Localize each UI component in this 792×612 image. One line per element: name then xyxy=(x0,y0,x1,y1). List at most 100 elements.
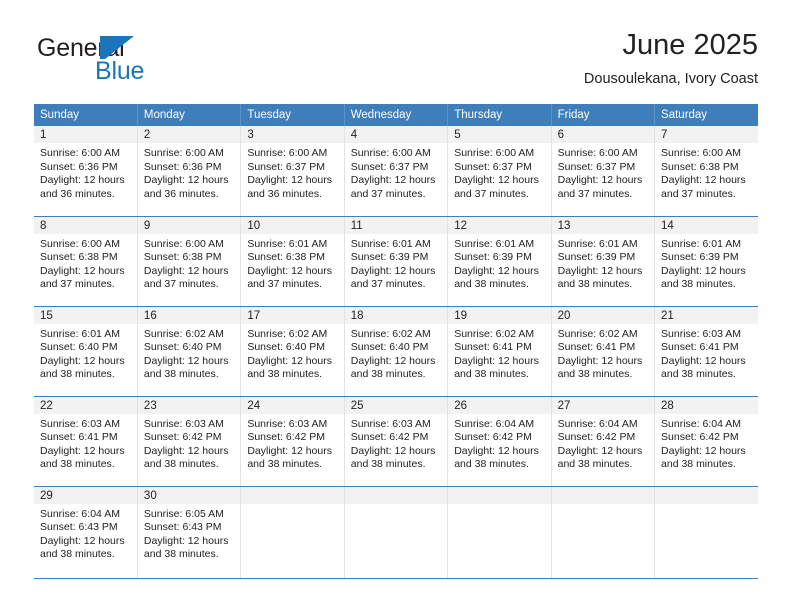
day-details: Sunrise: 6:02 AM Sunset: 6:41 PM Daylight:… xyxy=(552,324,654,382)
calendar-day-cell[interactable]: 26 Sunrise: 6:04 AM Sunset: 6:42 PM Dayligh… xyxy=(447,396,552,487)
day-number: 18 xyxy=(344,306,448,324)
daylight-text-line1: Daylight: 12 hours xyxy=(557,444,643,457)
calendar-day-cell[interactable]: 29 Sunrise: 6:04 AM Sunset: 6:43 PM Dayligh… xyxy=(34,486,138,579)
sunrise-text: Sunrise: 6:04 AM xyxy=(661,417,741,430)
calendar-week-row: 1 Sunrise: 6:00 AM Sunset: 6:36 PM Daylight… xyxy=(34,126,758,217)
calendar-day-cell[interactable]: 24 Sunrise: 6:03 AM Sunset: 6:42 PM Dayligh… xyxy=(240,396,345,487)
sunset-text: Sunset: 6:42 PM xyxy=(454,431,532,444)
daylight-text-line1: Daylight: 12 hours xyxy=(40,354,125,367)
day-details: Sunrise: 6:02 AM Sunset: 6:40 PM Daylight:… xyxy=(345,324,447,382)
daylight-text-line2: and 37 minutes. xyxy=(247,278,323,291)
daylight-text-line2: and 38 minutes. xyxy=(557,278,633,291)
day-number: 22 xyxy=(34,396,137,414)
calendar-day-cell[interactable]: 6 Sunrise: 6:00 AM Sunset: 6:37 PM Daylight… xyxy=(551,126,656,217)
sunset-text: Sunset: 6:37 PM xyxy=(454,160,532,173)
day-number: 7 xyxy=(655,126,758,143)
daylight-text-line2: and 37 minutes. xyxy=(143,278,219,291)
daylight-text-line2: and 38 minutes. xyxy=(454,368,529,381)
calendar-day-cell[interactable]: 5 Sunrise: 6:00 AM Sunset: 6:37 PM Daylight… xyxy=(447,126,552,217)
calendar-day-cell[interactable]: 30 Sunrise: 6:05 AM Sunset: 6:43 PM Dayligh… xyxy=(137,486,242,579)
calendar-day-cell[interactable]: 13 Sunrise: 6:01 AM Sunset: 6:39 PM Dayligh… xyxy=(551,216,656,307)
sunrise-text: Sunrise: 6:02 AM xyxy=(247,327,328,340)
sunrise-text: Sunrise: 6:02 AM xyxy=(350,327,431,340)
sunrise-text: Sunrise: 6:03 AM xyxy=(350,417,431,430)
sunrise-text: Sunrise: 6:03 AM xyxy=(40,417,120,430)
day-details: Sunrise: 6:01 AM Sunset: 6:39 PM Daylight:… xyxy=(345,234,447,292)
page-title: June 2025 xyxy=(622,29,758,61)
calendar-day-cell[interactable]: 15 Sunrise: 6:01 AM Sunset: 6:40 PM Dayligh… xyxy=(34,306,138,397)
daylight-text-line2: and 38 minutes. xyxy=(661,278,736,291)
sunrise-text: Sunrise: 6:00 AM xyxy=(247,147,328,159)
calendar-day-cell[interactable]: 12 Sunrise: 6:01 AM Sunset: 6:39 PM Dayligh… xyxy=(447,216,552,307)
daylight-text-line1: Daylight: 12 hours xyxy=(454,264,539,277)
calendar-day-cell[interactable]: 14 Sunrise: 6:01 AM Sunset: 6:39 PM Dayligh… xyxy=(654,216,758,307)
calendar-day-cell[interactable]: 4 Sunrise: 6:00 AM Sunset: 6:37 PM Daylight… xyxy=(344,126,449,217)
daylight-text-line1: Daylight: 12 hours xyxy=(454,444,539,457)
calendar-day-cell[interactable]: 16 Sunrise: 6:02 AM Sunset: 6:40 PM Dayligh… xyxy=(137,306,242,397)
calendar-day-cell[interactable]: 8 Sunrise: 6:00 AM Sunset: 6:38 PM Daylight… xyxy=(34,216,138,307)
logo-text-blue: Blue xyxy=(95,57,145,85)
calendar-day-cell[interactable]: 21 Sunrise: 6:03 AM Sunset: 6:41 PM Dayligh… xyxy=(654,306,758,397)
day-number xyxy=(241,486,344,504)
calendar-day-cell[interactable]: 17 Sunrise: 6:02 AM Sunset: 6:40 PM Dayligh… xyxy=(240,306,345,397)
sunrise-sunset-calendar: Sunday Monday Tuesday Wednesday Thursday… xyxy=(34,104,758,579)
sunrise-text: Sunrise: 6:05 AM xyxy=(143,507,224,520)
day-number: 5 xyxy=(448,126,551,143)
calendar-day-cell[interactable]: 9 Sunrise: 6:00 AM Sunset: 6:38 PM Daylight… xyxy=(137,216,242,307)
sunrise-text: Sunrise: 6:02 AM xyxy=(557,327,638,340)
daylight-text-line2: and 38 minutes. xyxy=(454,458,529,471)
daylight-text-line1: Daylight: 12 hours xyxy=(143,354,229,367)
calendar-day-cell[interactable]: 2 Sunrise: 6:00 AM Sunset: 6:36 PM Daylight… xyxy=(137,126,242,217)
day-number: 13 xyxy=(551,216,655,234)
calendar-day-cell[interactable]: 11 Sunrise: 6:01 AM Sunset: 6:39 PM Dayligh… xyxy=(344,216,449,307)
calendar-page: General Blue June 2025 Dousoulekana, Ivo… xyxy=(0,0,792,612)
sunset-text: Sunset: 6:41 PM xyxy=(40,431,118,444)
sunset-text: Sunset: 6:38 PM xyxy=(247,251,325,264)
daylight-text-line2: and 38 minutes. xyxy=(557,458,633,471)
day-number: 11 xyxy=(344,216,448,234)
calendar-day-cell[interactable]: 7 Sunrise: 6:00 AM Sunset: 6:38 PM Daylight… xyxy=(654,126,758,217)
calendar-day-cell[interactable]: 1 Sunrise: 6:00 AM Sunset: 6:36 PM Daylight… xyxy=(34,126,138,217)
daylight-text-line2: and 36 minutes. xyxy=(143,187,219,200)
day-number: 30 xyxy=(137,486,241,504)
day-number: 27 xyxy=(551,396,655,414)
daylight-text-line1: Daylight: 12 hours xyxy=(247,444,332,457)
daylight-text-line2: and 36 minutes. xyxy=(40,187,115,200)
calendar-day-cell[interactable]: 18 Sunrise: 6:02 AM Sunset: 6:40 PM Dayligh… xyxy=(344,306,449,397)
calendar-day-cell[interactable]: 22 Sunrise: 6:03 AM Sunset: 6:41 PM Dayligh… xyxy=(34,396,138,487)
calendar-day-cell[interactable]: 3 Sunrise: 6:00 AM Sunset: 6:37 PM Daylight… xyxy=(240,126,345,217)
sunset-text: Sunset: 6:38 PM xyxy=(40,251,118,264)
weekday-header-tuesday: Tuesday xyxy=(240,104,345,126)
calendar-day-cell[interactable]: 19 Sunrise: 6:02 AM Sunset: 6:41 PM Dayligh… xyxy=(447,306,552,397)
calendar-day-cell[interactable]: 23 Sunrise: 6:03 AM Sunset: 6:42 PM Dayligh… xyxy=(137,396,242,487)
sunset-text: Sunset: 6:37 PM xyxy=(247,160,325,173)
weekday-header-wednesday: Wednesday xyxy=(344,104,449,126)
calendar-day-cell[interactable]: 10 Sunrise: 6:01 AM Sunset: 6:38 PM Dayligh… xyxy=(240,216,345,307)
general-blue-logo[interactable]: General Blue xyxy=(37,34,237,90)
calendar-day-cell[interactable]: 27 Sunrise: 6:04 AM Sunset: 6:42 PM Dayligh… xyxy=(551,396,656,487)
calendar-day-cell[interactable]: 25 Sunrise: 6:03 AM Sunset: 6:42 PM Dayligh… xyxy=(344,396,449,487)
sunset-text: Sunset: 6:40 PM xyxy=(40,341,118,354)
daylight-text-line1: Daylight: 12 hours xyxy=(557,354,643,367)
calendar-week-row: 29 Sunrise: 6:04 AM Sunset: 6:43 PM Dayligh… xyxy=(34,486,758,579)
day-number: 12 xyxy=(448,216,551,234)
daylight-text-line1: Daylight: 12 hours xyxy=(557,264,643,277)
page-header: General Blue June 2025 Dousoulekana, Ivo… xyxy=(34,28,758,98)
sunrise-text: Sunrise: 6:00 AM xyxy=(40,237,120,250)
day-number: 21 xyxy=(655,306,758,324)
sunset-text: Sunset: 6:40 PM xyxy=(247,341,325,354)
day-details: Sunrise: 6:05 AM Sunset: 6:43 PM Daylight:… xyxy=(138,504,240,562)
day-number: 24 xyxy=(241,396,344,414)
sunrise-text: Sunrise: 6:01 AM xyxy=(247,237,328,250)
calendar-day-cell[interactable]: 28 Sunrise: 6:04 AM Sunset: 6:42 PM Dayligh… xyxy=(654,396,758,487)
daylight-text-line2: and 37 minutes. xyxy=(350,278,426,291)
sunrise-text: Sunrise: 6:00 AM xyxy=(557,147,638,159)
day-details: Sunrise: 6:00 AM Sunset: 6:37 PM Daylight:… xyxy=(241,143,343,201)
daylight-text-line2: and 38 minutes. xyxy=(454,278,529,291)
sunrise-text: Sunrise: 6:01 AM xyxy=(350,237,431,250)
daylight-text-line2: and 38 minutes. xyxy=(143,368,219,381)
calendar-day-cell[interactable]: 20 Sunrise: 6:02 AM Sunset: 6:41 PM Dayligh… xyxy=(551,306,656,397)
day-number: 15 xyxy=(34,306,137,324)
sunrise-text: Sunrise: 6:04 AM xyxy=(40,507,120,520)
daylight-text-line2: and 38 minutes. xyxy=(40,548,115,561)
